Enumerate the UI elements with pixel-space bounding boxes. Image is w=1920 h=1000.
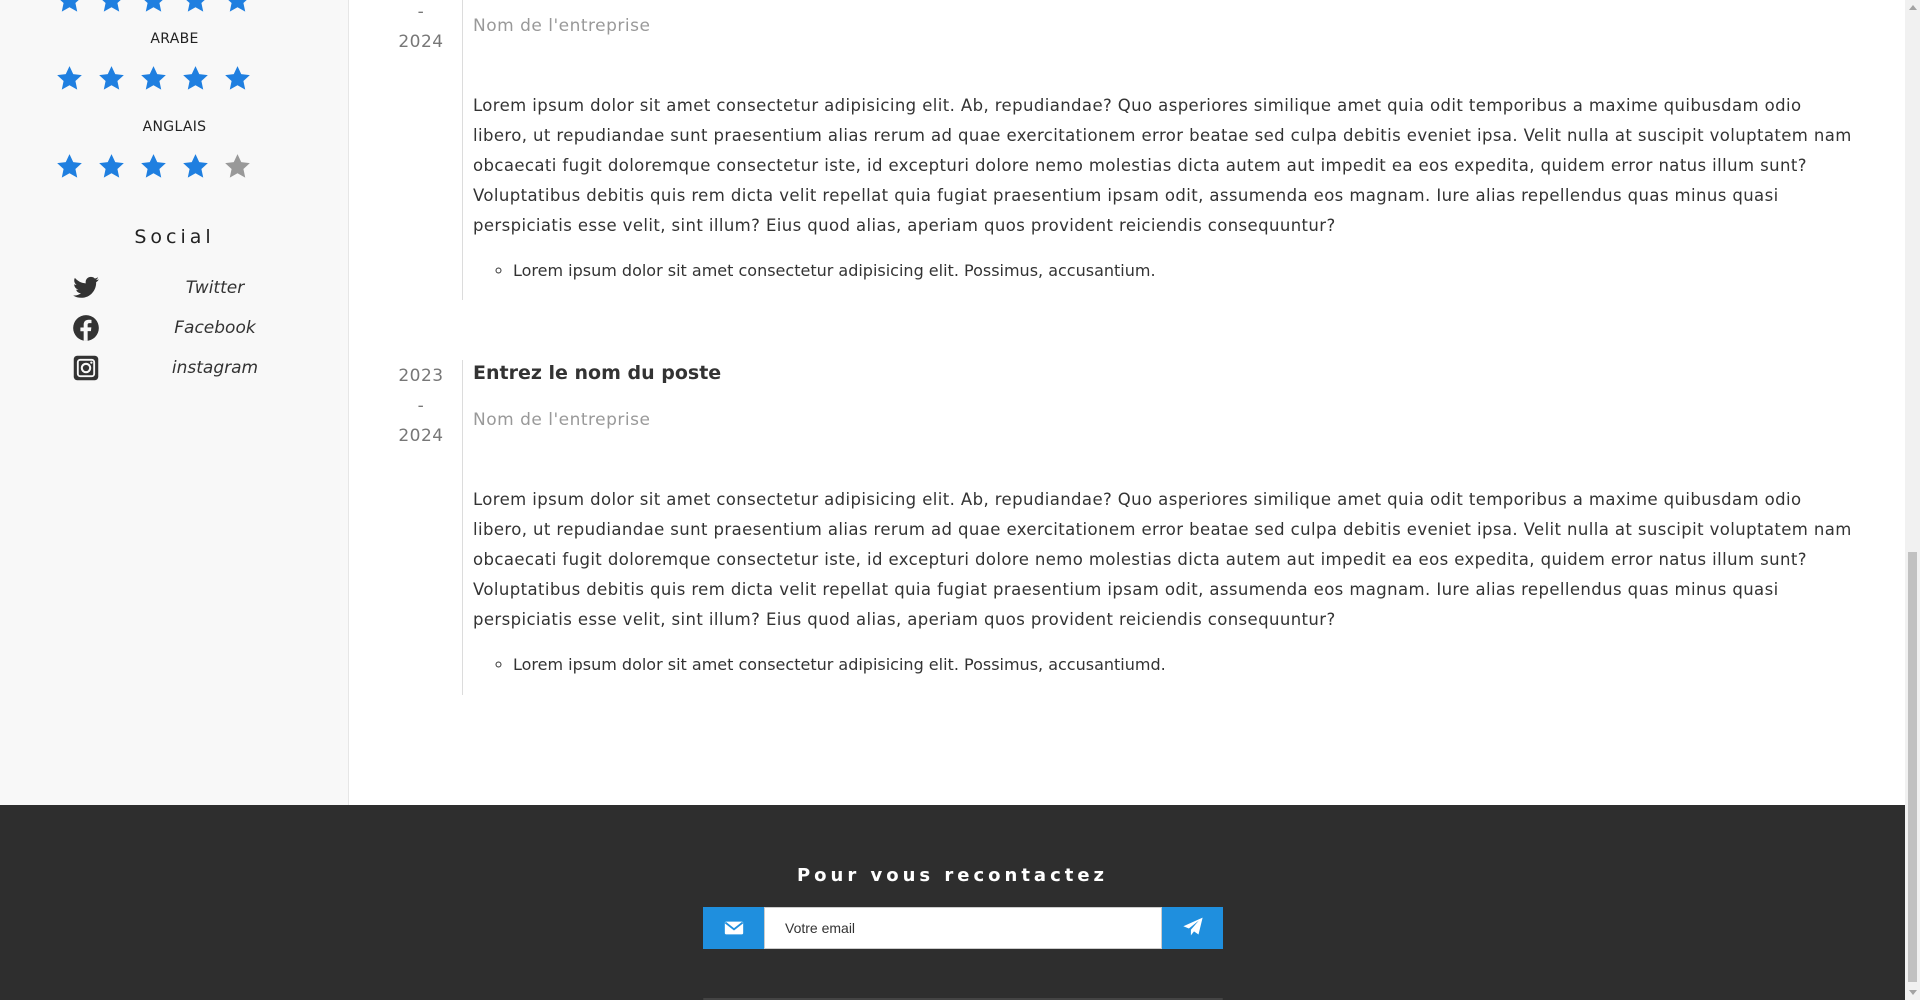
star-filled-icon [60,0,79,12]
job-description: Lorem ipsum dolor sit amet consectetur a… [473,96,1852,235]
paper-plane-icon [1182,916,1204,941]
envelope-icon [703,907,764,949]
timeline-divider [462,0,463,300]
arabe-rating-stars [55,64,252,93]
job-bullet-list: Lorem ipsum dolor sit amet consectetur a… [513,655,1166,674]
star-filled-icon [225,66,250,90]
job-bullet: Lorem ipsum dolor sit amet consectetur a… [513,261,1156,280]
star-filled-icon [183,154,208,178]
twitter-icon [72,274,100,302]
star-filled-icon [144,0,163,12]
date-end: 2024 [398,32,444,52]
job-bullet: Lorem ipsum dolor sit amet consectetur a… [513,655,1166,674]
star-filled-icon [186,0,205,12]
job-bullet-list: Lorem ipsum dolor sit amet consectetur a… [513,261,1156,280]
scroll-up-arrow-icon[interactable] [1909,5,1917,10]
star-filled-icon [141,154,166,178]
company-name: Nom de l'entreprise [473,16,651,36]
timeline-divider [462,360,463,695]
facebook-icon [72,314,100,342]
newsletter-form [703,907,1223,949]
email-input[interactable] [764,907,1162,949]
footer-title: Pour vous recontactez [796,865,1109,886]
social-label-twitter: Twitter [185,278,245,298]
social-link-instagram[interactable]: instagram [70,353,300,383]
star-filled-icon [99,66,124,90]
language-label-arabe: ARABE [150,31,199,47]
social-label-instagram: instagram [171,358,259,378]
star-filled-icon [183,66,208,90]
star-filled-icon [99,154,124,178]
star-filled-icon [102,0,121,12]
top-rating-stars [55,0,252,15]
send-button[interactable] [1162,907,1223,949]
date-start: 2023 [398,366,444,386]
experience-timeline: - 2024 Nom de l'entreprise Lorem ipsum d… [350,0,1905,805]
job-description: Lorem ipsum dolor sit amet consectetur a… [473,490,1852,629]
company-name: Nom de l'entreprise [473,410,651,430]
date-range: - 2024 [390,0,452,57]
anglais-rating-stars [55,152,252,181]
instagram-icon [72,354,100,382]
footer: Pour vous recontactez [0,805,1905,1000]
date-range: 2023 - 2024 [390,361,452,451]
star-filled-icon [57,66,82,90]
sidebar: ARABE ANGLAIS Social Twitter Facebook in… [0,0,349,805]
social-link-twitter[interactable]: Twitter [70,273,300,303]
star-filled-icon [141,66,166,90]
job-title: Entrez le nom du poste [473,362,722,384]
vertical-scrollbar[interactable] [1905,0,1920,1000]
star-filled-icon [228,0,247,12]
scrollbar-thumb[interactable] [1908,552,1917,982]
date-separator: - [417,2,425,22]
date-end: 2024 [398,426,444,446]
language-label-anglais: ANGLAIS [142,119,207,135]
star-filled-icon [57,154,82,178]
date-separator: - [417,396,425,416]
social-title: Social [134,226,215,248]
star-empty-icon [225,154,250,178]
scroll-down-arrow-icon[interactable] [1909,990,1917,995]
social-link-facebook[interactable]: Facebook [70,313,300,343]
social-label-facebook: Facebook [174,318,256,338]
